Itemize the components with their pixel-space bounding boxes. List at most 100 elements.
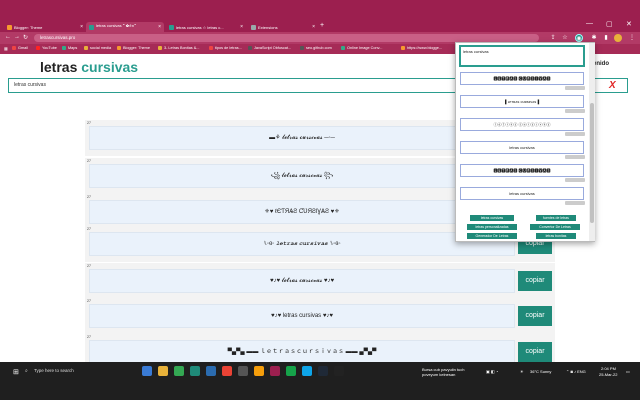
taskbar-app-icon[interactable] xyxy=(190,366,200,376)
popup-link[interactable]: Convertor De Letras xyxy=(530,224,580,230)
youtube-icon xyxy=(36,46,40,50)
windows-start-icon[interactable]: ⊞ xyxy=(13,368,19,376)
clock-time[interactable]: 2:04 PM xyxy=(601,366,616,371)
browser-tab[interactable]: Extensions × xyxy=(248,22,318,32)
avatar[interactable] xyxy=(614,34,622,42)
reload-icon[interactable]: ↻ xyxy=(23,34,28,41)
result-counter: 27 xyxy=(87,195,91,199)
bookmark-item[interactable]: 3- Letras Bonitas &... xyxy=(158,46,199,50)
bookmark-item[interactable]: social media xyxy=(84,46,111,50)
taskbar-app-icon[interactable] xyxy=(158,366,168,376)
taskbar-search[interactable]: ⌕ Type here to search xyxy=(22,366,138,376)
bookmark-item[interactable]: seo.github.com xyxy=(300,46,332,50)
taskbar-app-icon[interactable] xyxy=(334,366,344,376)
close-icon[interactable]: × xyxy=(80,24,83,30)
browser-tab-active[interactable]: letras cursivas 🙶 ✿ꫀꪀ🙶 × xyxy=(86,22,164,32)
back-icon[interactable]: ← xyxy=(5,34,11,40)
bookmark-item[interactable]: Blogger: Theme xyxy=(117,46,150,50)
notification-text[interactable]: poveyum kelnesan xyxy=(422,372,455,377)
popup-scrollbar[interactable] xyxy=(589,43,595,241)
popup-link[interactable]: letras personalizadas xyxy=(467,224,517,230)
share-icon[interactable]: ⇪ xyxy=(549,34,557,42)
popup-style-item[interactable]: 🅻🅴🆃🆁🅰🆂 🅲🆄🆁🆂🅸🆅🅰🆂 xyxy=(460,72,584,85)
close-icon[interactable]: × xyxy=(158,24,161,30)
site-menu-link[interactable]: enido xyxy=(593,61,609,67)
popup-style-item[interactable]: letras cursivas xyxy=(460,187,584,200)
styled-text-output[interactable]: ♥♪♥ 𝓵𝓮𝓽𝓻𝓪𝓼 𝓬𝓾𝓻𝓼𝓲𝓿𝓪𝓼 ♥♪♥ xyxy=(89,269,515,293)
bookmark-item[interactable]: Maps xyxy=(62,46,77,50)
sidebar-icon[interactable]: ▮ xyxy=(602,34,610,42)
bookmarks-apps-icon[interactable]: ▦ xyxy=(4,46,8,51)
styled-text-output[interactable]: ♥♪♥ letras cursivas ♥♪♥ xyxy=(89,304,515,328)
folder-icon xyxy=(84,46,88,50)
new-tab-button[interactable]: + xyxy=(320,22,324,29)
taskbar-app-icon[interactable] xyxy=(238,366,248,376)
taskbar-app-icon[interactable] xyxy=(270,366,280,376)
tray-icons[interactable]: ▣ ◧ ◔ xyxy=(486,369,498,374)
styled-text-output[interactable]: ⑊◦ɞ◦ 𝒍𝒆𝒕𝒓𝒂𝒔 𝒄𝒖𝒓𝒔𝒊𝒗𝒂𝒔 ⑊◦ɞ◦ xyxy=(89,232,515,256)
taskbar-app-icon[interactable] xyxy=(254,366,264,376)
popup-copy-button[interactable] xyxy=(565,109,585,113)
popup-copy-button[interactable] xyxy=(565,132,585,136)
styled-text-output[interactable]: ▬⚘ 𝓵𝓮𝓽𝓻𝓪𝓼 𝓬𝓾𝓻𝓼𝓲𝓿𝓪𝓼 ─◦─ xyxy=(89,126,515,150)
popup-copy-button[interactable] xyxy=(565,155,585,159)
result-card: 27 ♥♪♥ 𝓵𝓮𝓽𝓻𝓪𝓼 𝓬𝓾𝓻𝓼𝓲𝓿𝓪𝓼 ♥♪♥ copiar xyxy=(85,263,555,299)
popup-link[interactable]: fuentes de letras xyxy=(536,215,576,221)
taskbar-app-icon[interactable] xyxy=(142,366,152,376)
bookmark-item[interactable]: Gmail xyxy=(12,46,28,50)
copy-button[interactable]: copiar xyxy=(518,306,552,326)
tab-title: letras cursivas 🙶 ✿ꫀꪀ🙶 xyxy=(96,23,137,28)
browser-tab[interactable]: letras cursivas ☆ letras c... × xyxy=(166,22,246,32)
address-bar[interactable]: letrascursivas.pro xyxy=(34,34,539,42)
result-counter: 27 xyxy=(87,121,91,125)
popup-link[interactable]: letras cursivas xyxy=(470,215,514,221)
bookmark-item[interactable]: JavaScript Obfuscat... xyxy=(248,46,291,50)
popup-copy-button[interactable] xyxy=(565,86,585,90)
popup-style-item[interactable]: 🅻🅴🆃🆁🅰🆂 🅲🆄🆁🆂🅸🆅🅰🆂 xyxy=(460,164,584,177)
puzzle-icon[interactable]: ✱ xyxy=(590,34,598,42)
minimize-button[interactable]: — xyxy=(586,20,593,27)
popup-style-item[interactable]: ▌ʟᴇᴛʀᴀs ᴄᴜʀsɪᴠᴀs▐ xyxy=(460,95,584,108)
scrollbar-thumb[interactable] xyxy=(590,103,594,223)
styled-text-output[interactable]: ꧁ 𝓵𝓮𝓽𝓻𝓪𝓼 𝓬𝓾𝓻𝓼𝓲𝓿𝓪𝓼 ꧂ xyxy=(89,164,515,188)
styled-text-output[interactable]: ▀▄▀▄ ▬▬ ｌｅｔｒａｓｃｕｒｓｉｖａｓ ▬▬ ▄▀▄▀ xyxy=(89,340,515,362)
styled-text-output[interactable]: ⚜♥ ℓЄƬЯѦƧ ƇƲЯƧƖƔѦƧ ♥⚜ xyxy=(89,200,515,224)
forward-icon[interactable]: → xyxy=(14,34,20,40)
clear-button[interactable]: X xyxy=(609,80,616,91)
taskbar-app-icon[interactable] xyxy=(174,366,184,376)
popup-text-input[interactable]: letras cursivas xyxy=(459,45,585,67)
popup-style-item[interactable]: letras cursivas xyxy=(460,141,584,154)
menu-icon[interactable]: ⋮ xyxy=(628,34,636,42)
taskbar-app-icon[interactable] xyxy=(318,366,328,376)
close-icon[interactable]: × xyxy=(312,24,315,30)
close-icon[interactable]: × xyxy=(240,24,243,30)
tab-title: Blogger: Theme xyxy=(14,24,43,30)
bookmark-item[interactable]: https://www.blogge... xyxy=(401,46,442,50)
weather-text[interactable]: 36°C Sunny xyxy=(530,369,551,374)
browser-tab[interactable]: Blogger: Theme × xyxy=(4,22,86,32)
taskbar-app-icon[interactable] xyxy=(206,366,216,376)
bookmark-item[interactable]: tipos de letras... xyxy=(209,46,242,50)
popup-link[interactable]: letras bonitas xyxy=(536,233,576,239)
bookmark-item[interactable]: YouTube xyxy=(36,46,57,50)
result-card: 27 ♥♪♥ letras cursivas ♥♪♥ copiar xyxy=(85,298,555,334)
site-title[interactable]: letras cursivas xyxy=(40,59,138,75)
copy-button[interactable]: copiar xyxy=(518,342,552,362)
weather-icon[interactable]: ☀ xyxy=(520,369,524,374)
taskbar-app-icon[interactable] xyxy=(302,366,312,376)
popup-copy-button[interactable] xyxy=(565,178,585,182)
system-tray-icons[interactable]: ⌃ ◙ ♪ ENG xyxy=(566,369,586,374)
bookmark-item[interactable]: Online Image Conv... xyxy=(341,46,382,50)
copy-button[interactable]: copiar xyxy=(518,271,552,291)
clock-date[interactable]: 25-Mar-22 xyxy=(599,372,617,377)
taskbar-app-icon[interactable] xyxy=(286,366,296,376)
maximize-button[interactable]: ▢ xyxy=(606,20,613,28)
notification-center-icon[interactable]: ▭ xyxy=(626,369,630,374)
close-window-button[interactable]: ✕ xyxy=(626,20,632,28)
popup-link[interactable]: Generador De Letras xyxy=(467,233,517,239)
star-icon[interactable]: ☆ xyxy=(561,34,569,42)
popup-style-item[interactable]: ⓛⓔⓣⓡⓐⓢ ⓒⓤⓡⓢⓘⓥⓐⓢ xyxy=(460,118,584,131)
taskbar-app-icon[interactable] xyxy=(222,366,232,376)
extension-active-icon[interactable]: ◉ xyxy=(575,34,583,42)
popup-copy-button[interactable] xyxy=(565,201,585,205)
